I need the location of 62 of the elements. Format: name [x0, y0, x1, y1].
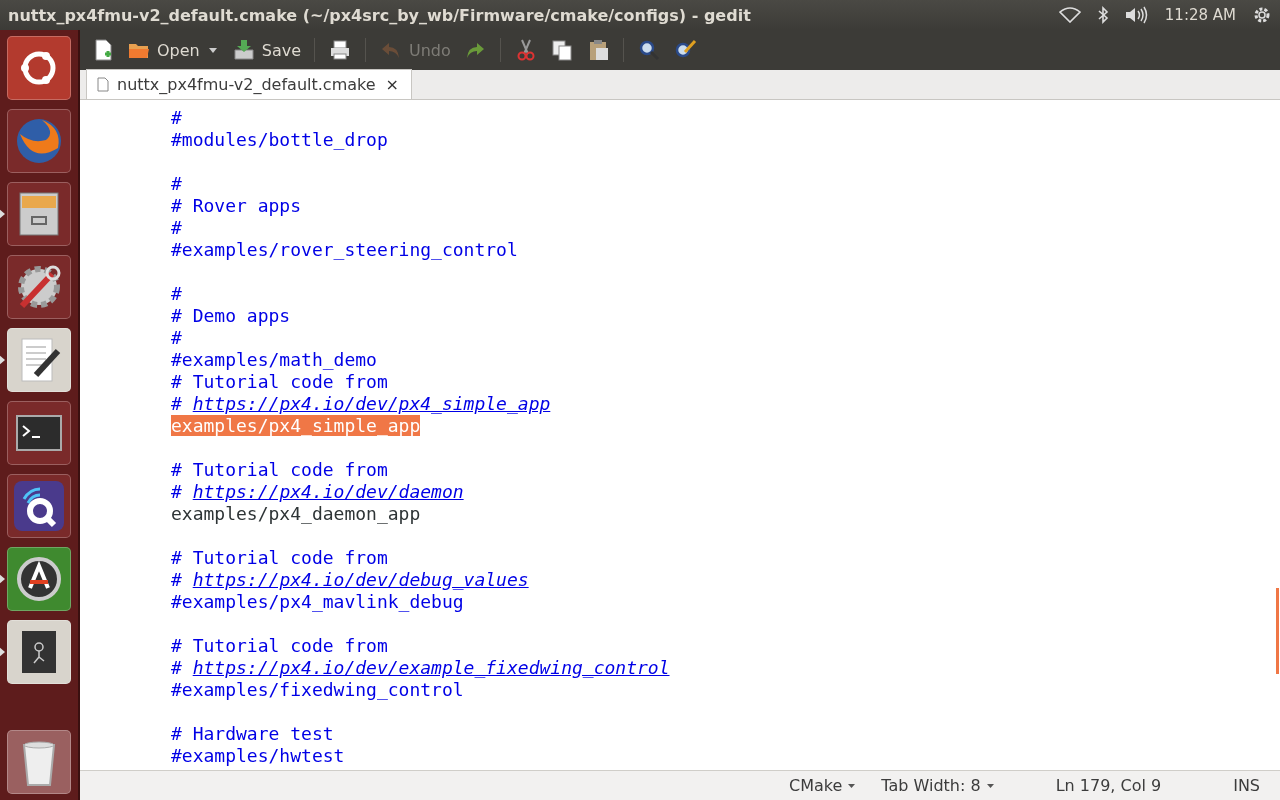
code-comment: # [171, 173, 182, 194]
document-icon [97, 77, 109, 92]
url-link[interactable]: https://px4.io/dev/example_fixedwing_control [192, 657, 670, 678]
code-comment: #examples/rover_steering_control [171, 239, 518, 260]
running-indicator-icon [0, 647, 5, 657]
tab-width-selector[interactable]: Tab Width: 8 [877, 774, 998, 797]
code-comment: # [171, 217, 182, 238]
wifi-icon[interactable] [1058, 7, 1081, 23]
ubuntu-logo-icon[interactable] [7, 36, 71, 100]
code-comment: #examples/px4_mavlink_debug [171, 591, 464, 612]
running-indicator-icon [0, 209, 5, 219]
code-comment: # Tutorial code from [171, 547, 388, 568]
code-comment: # Tutorial code from [171, 635, 388, 656]
window-title: nuttx_px4fmu-v2_default.cmake (~/px4src_by_wb/Firmware/cmake/configs) - gedit [8, 5, 751, 25]
save-button[interactable]: Save [226, 34, 306, 66]
running-indicator-icon [0, 574, 5, 584]
comment-marker: # [171, 393, 182, 414]
volume-icon[interactable] [1124, 6, 1149, 24]
close-tab-button[interactable]: × [383, 75, 401, 94]
dropdown-caret-icon[interactable] [208, 47, 217, 53]
notepad-pencil-icon[interactable] [7, 328, 71, 392]
dropdown-caret-icon [986, 783, 994, 788]
comment-marker: # [171, 657, 182, 678]
url-link[interactable]: https://px4.io/dev/px4_simple_app [192, 393, 551, 414]
code-comment: # Rover apps [171, 195, 302, 216]
gear-wrench-icon[interactable] [7, 255, 71, 319]
file-cabinet-icon[interactable] [7, 182, 71, 246]
open-button[interactable]: Open [122, 34, 205, 66]
save-icon [231, 38, 256, 62]
bluetooth-icon[interactable] [1096, 6, 1109, 24]
url-link[interactable]: https://px4.io/dev/daemon [192, 481, 464, 502]
code-comment: #modules/bottle_drop [171, 129, 388, 150]
code-comment: # Tutorial code from [171, 371, 388, 392]
code-comment: # Tutorial code from [171, 459, 388, 480]
trash-icon[interactable] [7, 730, 71, 794]
code-comment: #examples/math_demo [171, 349, 377, 370]
code-comment: # [171, 107, 182, 128]
terminal-icon[interactable] [7, 401, 71, 465]
clock[interactable]: 11:28 AM [1164, 6, 1236, 24]
running-indicator-icon [0, 355, 5, 365]
language-selector[interactable]: CMake [785, 774, 860, 797]
code-comment: #examples/hwtest [171, 745, 345, 766]
code-comment: # Hardware test [171, 723, 334, 744]
comment-marker: # [171, 481, 182, 502]
code-comment: # Demo apps [171, 305, 291, 326]
document-tab[interactable]: nuttx_px4fmu-v2_default.cmake × [86, 69, 412, 99]
comment-marker: # [171, 569, 182, 590]
code-comment: #examples/fixedwing_control [171, 679, 464, 700]
copy-icon [549, 38, 574, 62]
code-comment: # [171, 327, 182, 348]
dropdown-caret-icon [848, 783, 856, 788]
scrollbar-indicator[interactable] [1276, 588, 1279, 674]
url-link[interactable]: https://px4.io/dev/debug_values [192, 569, 529, 590]
tab-label: nuttx_px4fmu-v2_default.cmake [117, 75, 376, 94]
settings-icon[interactable] [1252, 5, 1272, 25]
cursor-position: Ln 179, Col 9 [1055, 776, 1162, 795]
insert-mode: INS [1233, 776, 1260, 795]
q-signal-icon[interactable] [7, 474, 71, 538]
code-line: examples/px4_daemon_app [171, 503, 421, 524]
browser-icon[interactable] [7, 109, 71, 173]
printer-icon [328, 38, 352, 62]
code-comment: # [171, 283, 182, 304]
